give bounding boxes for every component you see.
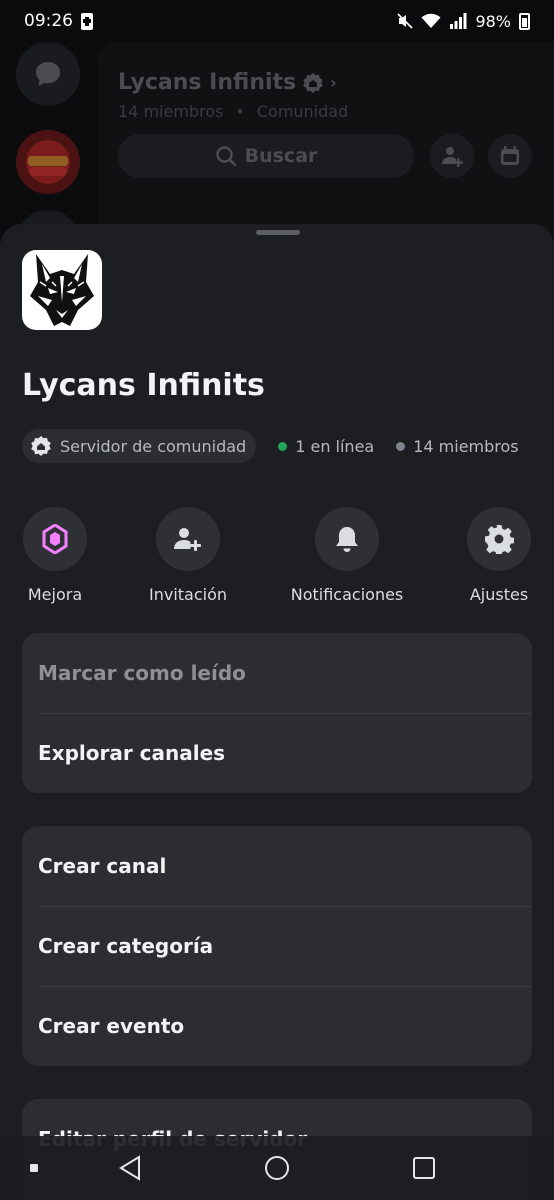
battery-percent: 98%: [475, 11, 511, 31]
clock: 09:26: [24, 11, 73, 31]
notifications-label: Notificaciones: [290, 585, 404, 604]
battery-icon: [519, 12, 530, 30]
menu-group-read: Marcar como leído Explorar canales: [22, 633, 532, 793]
home-button[interactable]: [257, 1136, 297, 1200]
home-circle-icon: [265, 1156, 289, 1180]
background-invite-button[interactable]: [430, 134, 474, 178]
invite-button[interactable]: Invitación: [149, 507, 227, 604]
community-server-badge[interactable]: Servidor de comunidad: [22, 429, 257, 463]
quick-actions: Mejora Invitación Notificaciones Ajustes: [0, 507, 554, 617]
add-user-icon: [174, 528, 201, 551]
invite-label: Invitación: [148, 585, 228, 604]
background-server-type: Comunidad: [256, 102, 349, 121]
mute-icon: [397, 13, 414, 29]
back-button[interactable]: [110, 1136, 150, 1200]
community-badge-label: Servidor de comunidad: [60, 436, 247, 456]
wolf-logo-icon: [30, 254, 94, 326]
member-count-label: 14 miembros: [413, 436, 519, 456]
browse-channels-item[interactable]: Explorar canales: [22, 713, 532, 793]
search-icon: [215, 146, 236, 167]
settings-label: Ajustes: [469, 585, 529, 604]
settings-button[interactable]: Ajustes: [467, 507, 531, 604]
background-server-title: Lycans Infinits: [118, 70, 297, 95]
background-server-header: Lycans Infinits › 14 miembros • Comunida…: [98, 42, 554, 242]
boost-gem-icon: [42, 524, 68, 554]
signal-icon: [450, 13, 467, 29]
server-meta: Servidor de comunidad 1 en línea 14 miem…: [22, 429, 519, 463]
nav-menu-dot: [24, 1136, 44, 1200]
background-app: Lycans Infinits › 14 miembros • Comunida…: [0, 42, 554, 250]
back-triangle-icon: [119, 1155, 140, 1181]
boost-label: Mejora: [27, 585, 83, 604]
create-event-item[interactable]: Crear evento: [22, 986, 532, 1066]
member-count: 14 miembros: [396, 436, 519, 456]
boost-button[interactable]: Mejora: [23, 507, 87, 604]
add-user-icon: [442, 147, 463, 167]
notifications-button[interactable]: Notificaciones: [291, 507, 403, 604]
system-navigation-bar: [0, 1136, 554, 1200]
sheet-drag-handle[interactable]: [256, 230, 300, 235]
menu-group-create: Crear canal Crear categoría Crear evento: [22, 826, 532, 1066]
background-events-button[interactable]: [488, 134, 532, 178]
member-dot: [396, 441, 406, 451]
online-dot: [278, 441, 288, 451]
search-label: Buscar: [244, 145, 318, 167]
bell-icon: [336, 527, 358, 552]
server-icon: [22, 250, 102, 330]
server-options-sheet: Lycans Infinits Servidor de comunidad 1 …: [0, 224, 554, 1200]
wifi-icon: [421, 13, 441, 28]
calendar-icon: [501, 146, 519, 165]
direct-messages-button[interactable]: [16, 42, 80, 106]
recents-square-icon: [413, 1157, 435, 1179]
create-channel-item[interactable]: Crear canal: [22, 826, 532, 906]
background-member-count: 14 miembros: [118, 102, 224, 121]
community-badge-icon: [31, 436, 51, 456]
create-category-item[interactable]: Crear categoría: [22, 906, 532, 986]
community-badge-icon: [303, 72, 323, 93]
chat-bubble-icon: [36, 62, 60, 86]
brawl-stars-logo-icon: [16, 130, 80, 194]
battery-saver-icon: [81, 12, 93, 30]
mark-as-read-item[interactable]: Marcar como leído: [22, 633, 532, 713]
chevron-right-icon: ›: [330, 73, 337, 92]
online-count: 1 en línea: [278, 437, 374, 456]
gear-icon: [485, 525, 514, 554]
status-bar: 09:26 98%: [0, 0, 554, 42]
recents-button[interactable]: [404, 1136, 444, 1200]
search-button[interactable]: Buscar: [118, 134, 414, 178]
online-count-label: 1 en línea: [295, 436, 375, 456]
server-name: Lycans Infinits: [22, 368, 265, 403]
server-avatar-brawl-stars[interactable]: [16, 130, 80, 194]
background-separator: •: [235, 102, 245, 121]
